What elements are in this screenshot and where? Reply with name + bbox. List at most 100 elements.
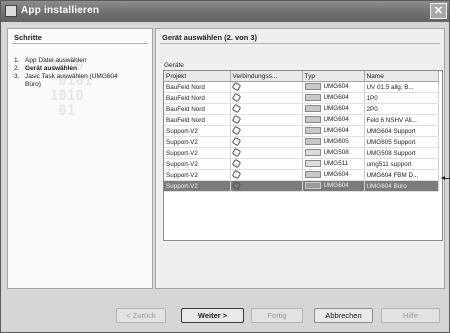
typ-cell: UMG604 [302, 169, 365, 181]
table-row[interactable]: Support-V2 UMG508 UMG508 Support [164, 147, 439, 159]
column-header-typ[interactable]: Typ [302, 71, 365, 82]
step-label: Jasic Task auswählen (UMG604 Büro) [25, 73, 118, 88]
devices-group-label: Geräte [164, 62, 184, 69]
typ-cell: UMG508 [302, 147, 365, 159]
typ-cell: UMG604 [302, 114, 365, 126]
column-header-projekt[interactable]: Projekt [164, 71, 231, 82]
connection-cell [230, 103, 303, 115]
arrow-head-icon [441, 176, 445, 180]
finish-button[interactable]: Fertig [251, 308, 303, 323]
name-cell: UMG604 Büro [364, 180, 439, 192]
projekt-cell: Support-V2 [164, 158, 231, 170]
steps-panel: 1010 0101 1010 01 Schritte 1. App Datei a… [7, 28, 153, 289]
projekt-cell: BauFeld Nord [164, 114, 231, 126]
connection-plug-icon [231, 104, 241, 114]
projekt-cell: Support-V2 [164, 169, 231, 181]
button-bar: < Zurück Weiter > Fertig Abbrechen Hilfe [1, 298, 449, 332]
step-number: 2. [14, 65, 20, 72]
connection-cell [230, 125, 303, 137]
name-cell: UMG605 Support [364, 136, 439, 148]
connection-cell [230, 180, 303, 192]
typ-label: UMG604 [323, 83, 349, 91]
step-number: 3. [14, 73, 20, 80]
name-cell: UMG604 FBM D... [364, 169, 439, 181]
device-thumbnail-icon [304, 83, 321, 91]
typ-cell: UMG604 [302, 103, 365, 115]
typ-label: UMG604 [323, 116, 349, 124]
steps-header: Schritte [14, 33, 42, 42]
typ-cell: UMG604 [302, 125, 365, 137]
table-row[interactable]: BauFeld Nord UMG604 2P0 [164, 103, 439, 115]
window-title: App installieren [21, 5, 100, 16]
device-thumbnail-icon [304, 94, 321, 102]
typ-label: UMG508 [323, 149, 349, 157]
step-label: App Datei auswählen [25, 57, 87, 64]
connection-cell [230, 92, 303, 104]
projekt-cell: Support-V2 [164, 125, 231, 137]
projekt-cell: Support-V2 [164, 136, 231, 148]
connection-plug-icon [231, 148, 241, 158]
name-cell: Feld 6 NSHV All... [364, 114, 439, 126]
step-3: 3. Jasic Task auswählen (UMG604 Büro) [14, 73, 135, 88]
divider [12, 43, 148, 44]
typ-label: UMG604 [323, 127, 349, 135]
connection-plug-icon [231, 159, 241, 169]
app-install-dialog: App installieren ✕ 1010 0101 1010 01 Sch… [0, 0, 450, 333]
connection-cell [230, 158, 303, 170]
column-header-verbindung[interactable]: Verbindungss... [230, 71, 303, 82]
help-button[interactable]: Hilfe [381, 308, 440, 323]
connection-plug-icon [231, 115, 241, 125]
name-cell: UMG604 Support [364, 125, 439, 137]
typ-cell: UMG511 [302, 158, 365, 170]
step-number: 1. [14, 57, 20, 64]
table-row[interactable]: BauFeld Nord UMG604 1P0 [164, 92, 439, 104]
name-cell: 1P0 [364, 92, 439, 104]
typ-cell: UMG604 [302, 92, 365, 104]
typ-label: UMG511 [323, 160, 349, 168]
close-icon[interactable]: ✕ [430, 3, 447, 19]
cancel-button[interactable]: Abbrechen [314, 308, 373, 323]
projekt-cell: Support-V2 [164, 147, 231, 159]
table-row[interactable]: Support-V2 UMG604 UMG604 FBM D... [164, 169, 439, 181]
name-cell: umg511 support [364, 158, 439, 170]
table-row[interactable]: Support-V2 UMG604 UMG604 Büro [164, 180, 439, 192]
back-button[interactable]: < Zurück [116, 308, 166, 323]
installer-icon [5, 5, 17, 17]
typ-label: UMG604 [323, 105, 349, 113]
name-cell: UV 01.5 allg. B... [364, 81, 439, 93]
next-button[interactable]: Weiter > [181, 308, 244, 323]
table-row[interactable]: BauFeld Nord UMG604 Feld 6 NSHV All... [164, 114, 439, 126]
device-thumbnail-icon [304, 127, 321, 135]
table-row[interactable]: Support-V2 UMG605 UMG605 Support [164, 136, 439, 148]
device-thumbnail-icon [304, 105, 321, 113]
device-thumbnail-icon [304, 138, 321, 146]
typ-cell: UMG604 [302, 180, 365, 192]
projekt-cell: BauFeld Nord [164, 103, 231, 115]
typ-label: UMG604 [323, 182, 349, 190]
step-1: 1. App Datei auswählen [14, 57, 135, 65]
name-cell: 2P0 [364, 103, 439, 115]
table-row[interactable]: BauFeld Nord UMG604 UV 01.5 allg. B... [164, 81, 439, 93]
typ-label: UMG604 [323, 171, 349, 179]
connection-plug-icon [231, 181, 241, 191]
table-row[interactable]: Support-V2 UMG604 UMG604 Support [164, 125, 439, 137]
connection-plug-icon [231, 137, 241, 147]
connection-plug-icon [231, 170, 241, 180]
column-header-name[interactable]: Name [364, 71, 439, 82]
projekt-cell: Support-V2 [164, 180, 231, 192]
devices-table[interactable]: Projekt Verbindungss... Typ Name BauFeld… [163, 70, 443, 241]
name-cell: UMG508 Support [364, 147, 439, 159]
connection-plug-icon [231, 93, 241, 103]
main-panel: Gerät auswählen (2. von 3) Geräte Projek… [155, 28, 445, 289]
divider [160, 43, 440, 44]
typ-cell: UMG605 [302, 136, 365, 148]
step-label: Gerät auswählen [25, 65, 78, 72]
typ-cell: UMG604 [302, 81, 365, 93]
connection-cell [230, 147, 303, 159]
connection-plug-icon [231, 126, 241, 136]
title-bar[interactable]: App installieren ✕ [1, 1, 449, 22]
typ-label: UMG604 [323, 94, 349, 102]
projekt-cell: BauFeld Nord [164, 92, 231, 104]
step-2: 2. Gerät auswählen [14, 65, 135, 73]
table-row[interactable]: Support-V2 UMG511 umg511 support [164, 158, 439, 170]
